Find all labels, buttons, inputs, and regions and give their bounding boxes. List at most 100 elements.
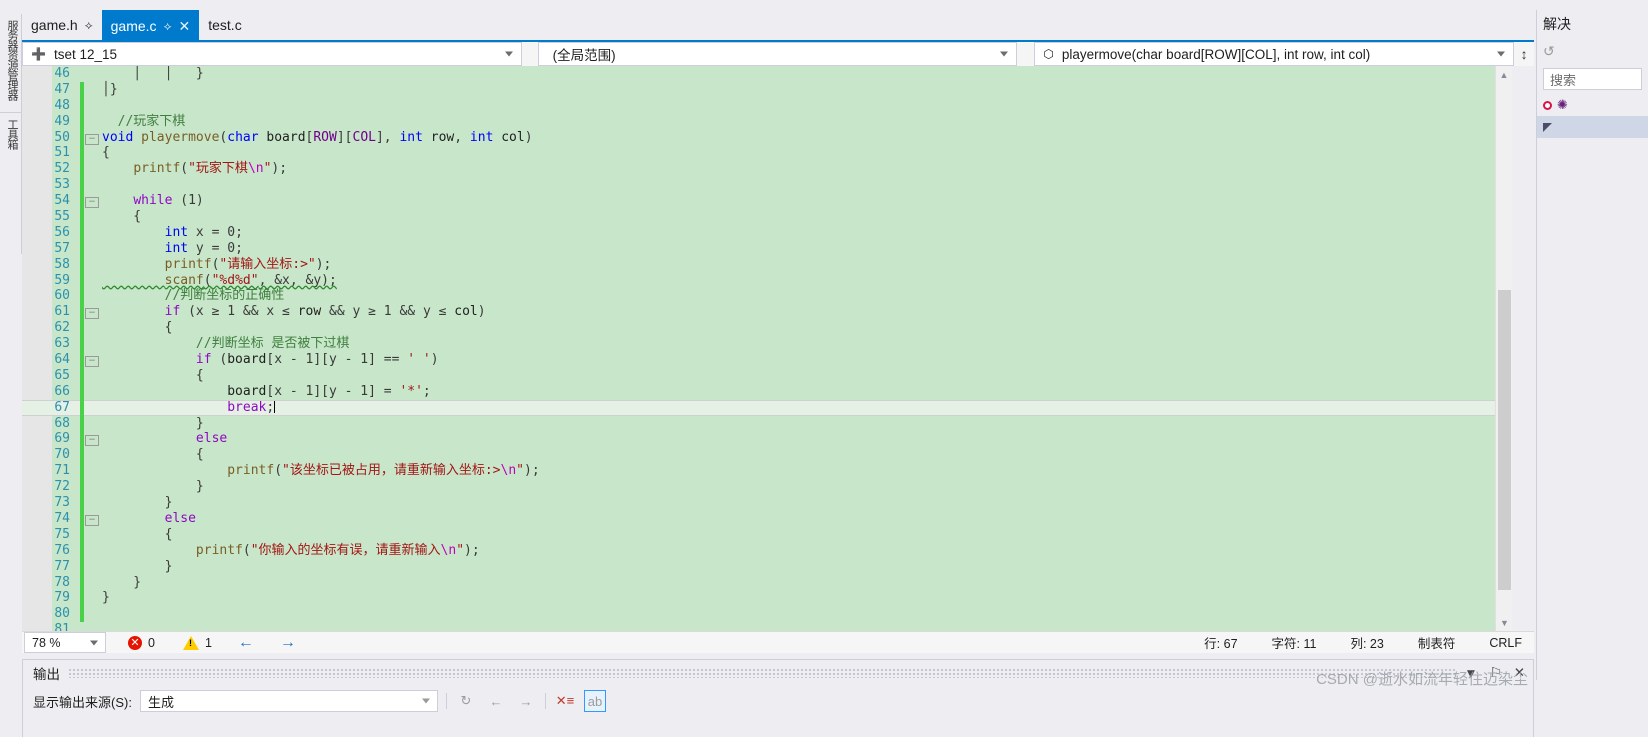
fold-toggle-icon[interactable]: − <box>84 304 100 320</box>
code-line[interactable]: 71 printf("该坐标已被占用，请重新输入坐标:>\n"); <box>22 463 1502 480</box>
code-line[interactable]: 52 printf("玩家下棋\n"); <box>22 161 1502 178</box>
navigate-forward-button[interactable]: → <box>280 634 296 652</box>
code-line[interactable]: 72 } <box>22 479 1502 496</box>
project-dropdown[interactable]: ➕ tset 12_15 <box>22 42 522 66</box>
word-wrap-button[interactable]: ab <box>583 690 606 712</box>
code-line[interactable]: 78 } <box>22 574 1502 591</box>
code-editor[interactable]: 46 │ │ } 47 │} 48 49 //玩家下棋 50− void playermov… <box>22 66 1512 631</box>
code-line[interactable]: 81 <box>22 622 1502 631</box>
chevron-down-icon[interactable]: ▼ <box>1464 666 1477 681</box>
code-line[interactable]: 80 <box>22 606 1502 623</box>
code-line[interactable]: 62 { <box>22 320 1502 337</box>
code-line[interactable]: 77 } <box>22 558 1502 575</box>
chevron-down-icon[interactable] <box>421 698 430 704</box>
scrollbar-thumb[interactable] <box>1498 290 1511 590</box>
back-button[interactable]: ← <box>485 690 507 712</box>
line-number: 75 <box>54 526 70 542</box>
fold-toggle-icon[interactable]: − <box>84 130 100 146</box>
tab-test-c[interactable]: test.c <box>199 10 251 40</box>
code-line[interactable]: 55 { <box>22 209 1502 225</box>
expander-icon[interactable] <box>1543 122 1552 132</box>
tab-label: game.c <box>110 17 157 34</box>
code-line[interactable]: 79} <box>22 590 1502 607</box>
sidebar-item-server-explorer[interactable]: 服务器资源管理器 <box>0 14 24 106</box>
project-dropdown-value: tset 12_15 <box>53 46 118 62</box>
tab-game-h[interactable]: game.h ⟡ <box>22 10 102 40</box>
code-line[interactable]: 66 board[x - 1][y - 1] = '*'; <box>22 383 1502 400</box>
change-bar <box>80 288 84 305</box>
scope-dropdown[interactable]: (全局范围) <box>537 42 1018 66</box>
fold-toggle-icon[interactable]: − <box>84 193 100 209</box>
code-line[interactable]: 48 <box>22 97 1502 114</box>
code-line[interactable]: 58 printf("请输入坐标:>"); <box>22 256 1502 273</box>
zoom-level-dropdown[interactable]: 78 % <box>24 632 106 653</box>
code-line[interactable]: 68 } <box>22 415 1502 432</box>
chevron-down-icon[interactable] <box>1000 51 1009 57</box>
code-line[interactable]: 73 } <box>22 495 1502 511</box>
code-line[interactable]: 75 { <box>22 526 1502 543</box>
editor-vertical-scrollbar[interactable]: ▲ ▼ <box>1495 66 1512 631</box>
code-line[interactable]: 46 │ │ } <box>22 66 1502 82</box>
pin-icon[interactable]: ⟡ <box>85 19 93 31</box>
list-item[interactable]: ✺ <box>1537 94 1648 116</box>
code-line[interactable]: 53 <box>22 177 1502 194</box>
code-line[interactable]: 57 int y = 0; <box>22 240 1502 257</box>
change-bar <box>80 606 84 623</box>
code-line[interactable]: 47 │} <box>22 81 1502 98</box>
code-line[interactable]: 56 int x = 0; <box>22 224 1502 241</box>
drag-handle[interactable] <box>68 668 1457 678</box>
list-item[interactable] <box>1537 116 1648 138</box>
scroll-down-icon[interactable]: ▼ <box>1496 614 1512 631</box>
line-number: 72 <box>54 479 70 495</box>
pin-icon[interactable]: ⚐ <box>1490 665 1502 681</box>
code-line[interactable]: 51 { <box>22 145 1502 162</box>
chevron-down-icon[interactable] <box>504 51 513 57</box>
code-line[interactable]: 76 printf("你输入的坐标有误，请重新输入\n"); <box>22 542 1502 559</box>
code-line[interactable]: 74− else <box>22 510 1502 527</box>
code-line[interactable]: 49 //玩家下棋 <box>22 113 1502 130</box>
sidebar-item-toolbox[interactable]: 工具箱 <box>0 112 24 155</box>
fold-toggle-icon[interactable]: − <box>84 511 100 527</box>
navigate-back-button[interactable]: ← <box>238 634 254 652</box>
scroll-up-icon[interactable]: ▲ <box>1496 66 1512 83</box>
editor-navigation-bar: ➕ tset 12_15 (全局范围) ⬡ playermove(char bo… <box>22 40 1534 66</box>
forward-button[interactable]: → <box>515 690 537 712</box>
close-icon[interactable]: ✕ <box>1514 665 1525 681</box>
fold-toggle-icon[interactable]: − <box>84 352 100 368</box>
rerun-button[interactable]: ↻ <box>455 690 477 712</box>
change-bar <box>80 574 84 591</box>
code-line[interactable]: 70 { <box>22 447 1502 464</box>
solution-explorer-panel: 解决 ↺ 搜索 ✺ <box>1536 10 1648 680</box>
search-input[interactable]: 搜索 <box>1543 68 1642 90</box>
change-bar <box>80 177 84 194</box>
code-line[interactable]: 59 scanf("%d%d", &x, &y); <box>22 272 1502 289</box>
code-line[interactable]: 65 { <box>22 367 1502 384</box>
chevron-down-icon[interactable] <box>1497 51 1506 57</box>
code-line[interactable]: 63 //判断坐标 是否被下过棋 <box>22 336 1502 353</box>
line-number: 52 <box>54 161 70 177</box>
tab-mode-indicator: 制表符 <box>1417 637 1456 651</box>
close-icon[interactable]: ✕ <box>179 19 191 33</box>
change-bar <box>80 415 84 432</box>
back-icon[interactable]: ↺ <box>1543 43 1555 60</box>
pin-icon[interactable]: ⟡ <box>164 20 172 32</box>
tab-game-c[interactable]: game.c ⟡ ✕ <box>101 10 200 40</box>
code-line[interactable]: 54− while (1) <box>22 193 1502 210</box>
code-line[interactable]: 50− void playermove(char board[ROW][COL],… <box>22 129 1502 146</box>
fold-toggle-icon[interactable]: − <box>84 431 100 447</box>
code-line[interactable]: 64− if (board[x - 1][y - 1] == ' ') <box>22 352 1502 368</box>
output-source-dropdown[interactable]: 生成 <box>139 690 438 712</box>
split-view-icon[interactable]: ↕ <box>1514 42 1534 66</box>
code-content[interactable]: 46 │ │ } 47 │} 48 49 //玩家下棋 50− void playermov… <box>22 66 1502 631</box>
clear-output-button[interactable]: ✕≡ <box>554 690 576 712</box>
code-line[interactable]: 69− else <box>22 431 1502 448</box>
code-line[interactable]: 60 //判断坐标的正确性 <box>22 288 1502 305</box>
chevron-down-icon[interactable] <box>90 640 98 645</box>
function-dropdown[interactable]: ⬡ playermove(char board[ROW][COL], int r… <box>1034 42 1515 66</box>
change-bar <box>80 526 84 543</box>
change-bar <box>80 383 84 400</box>
change-bar <box>80 240 84 257</box>
code-line[interactable]: 61− if (x ≥ 1 && x ≤ row && y ≥ 1 && y ≤… <box>22 304 1502 321</box>
code-line[interactable]: 67 break; <box>22 399 1502 416</box>
function-dropdown-value: playermove(char board[ROW][COL], int row… <box>1061 46 1371 62</box>
